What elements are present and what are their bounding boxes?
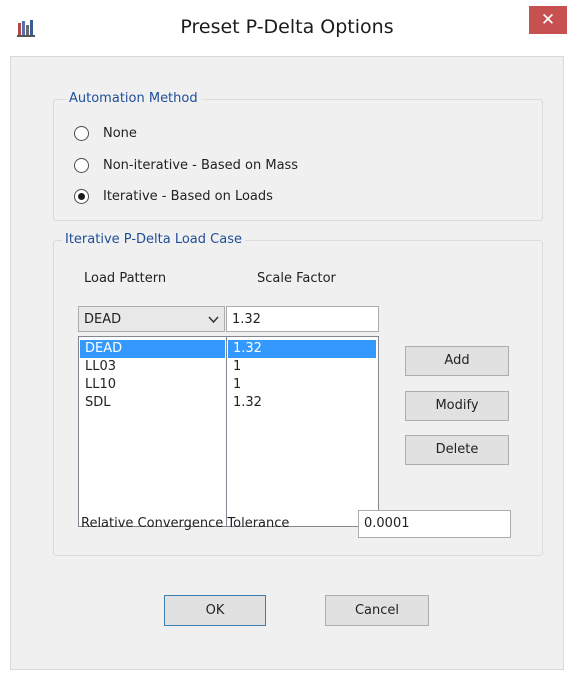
add-button[interactable]: Add	[405, 346, 509, 376]
radio-non-iterative-label: Non-iterative - Based on Mass	[103, 157, 299, 173]
list-item-scale: 1.32	[228, 340, 376, 358]
automation-method-group: Automation Method None Non-iterative - B…	[53, 91, 543, 221]
load-case-legend: Iterative P-Delta Load Case	[62, 232, 245, 247]
modify-button[interactable]: Modify	[405, 391, 509, 421]
tolerance-input-value: 0.0001	[364, 516, 410, 531]
radio-none-label: None	[103, 125, 137, 141]
automation-method-legend: Automation Method	[66, 91, 201, 106]
radio-none[interactable]: None	[74, 123, 137, 143]
title-bar: Preset P-Delta Options ✕	[0, 0, 574, 56]
radio-iterative-label: Iterative - Based on Loads	[103, 188, 273, 204]
list-item[interactable]: SDL 1.32	[80, 394, 377, 412]
radio-non-iterative-button[interactable]	[74, 157, 89, 173]
load-pattern-header: Load Pattern	[84, 271, 167, 286]
close-button[interactable]: ✕	[529, 6, 567, 34]
list-item[interactable]: LL03 1	[80, 358, 377, 376]
delete-button[interactable]: Delete	[405, 435, 509, 465]
radio-iterative-button[interactable]	[74, 188, 89, 204]
list-item-scale: 1	[233, 377, 242, 392]
ok-button[interactable]: OK	[164, 595, 266, 626]
chevron-down-icon[interactable]	[208, 311, 219, 330]
list-item[interactable]: LL10 1	[80, 376, 377, 394]
radio-none-button[interactable]	[74, 125, 89, 141]
list-item-pattern: SDL	[85, 395, 111, 410]
list-item-scale: 1	[233, 359, 242, 374]
list-item[interactable]: DEAD 1.32	[80, 340, 377, 358]
radio-non-iterative[interactable]: Non-iterative - Based on Mass	[74, 155, 298, 175]
load-pattern-dropdown[interactable]: DEAD	[78, 306, 225, 332]
close-icon: ✕	[540, 10, 556, 30]
tolerance-input[interactable]: 0.0001	[358, 510, 511, 538]
tolerance-label: Relative Convergence Tolerance	[81, 516, 290, 531]
radio-iterative[interactable]: Iterative - Based on Loads	[74, 186, 273, 206]
list-item-pattern: LL10	[85, 377, 117, 392]
list-item-pattern: DEAD	[80, 340, 225, 358]
cancel-button[interactable]: Cancel	[325, 595, 429, 626]
scale-factor-input[interactable]: 1.32	[226, 306, 379, 332]
load-case-list[interactable]: DEAD 1.32 LL03 1 LL10 1 SDL 1.32	[78, 336, 379, 527]
dialog-body: Automation Method None Non-iterative - B…	[10, 56, 564, 670]
list-item-pattern: LL03	[85, 359, 117, 374]
load-pattern-dropdown-value: DEAD	[84, 312, 122, 327]
scale-factor-header: Scale Factor	[257, 271, 336, 286]
scale-factor-input-value: 1.32	[232, 312, 261, 327]
window-title: Preset P-Delta Options	[180, 16, 394, 38]
list-item-scale: 1.32	[233, 395, 262, 410]
